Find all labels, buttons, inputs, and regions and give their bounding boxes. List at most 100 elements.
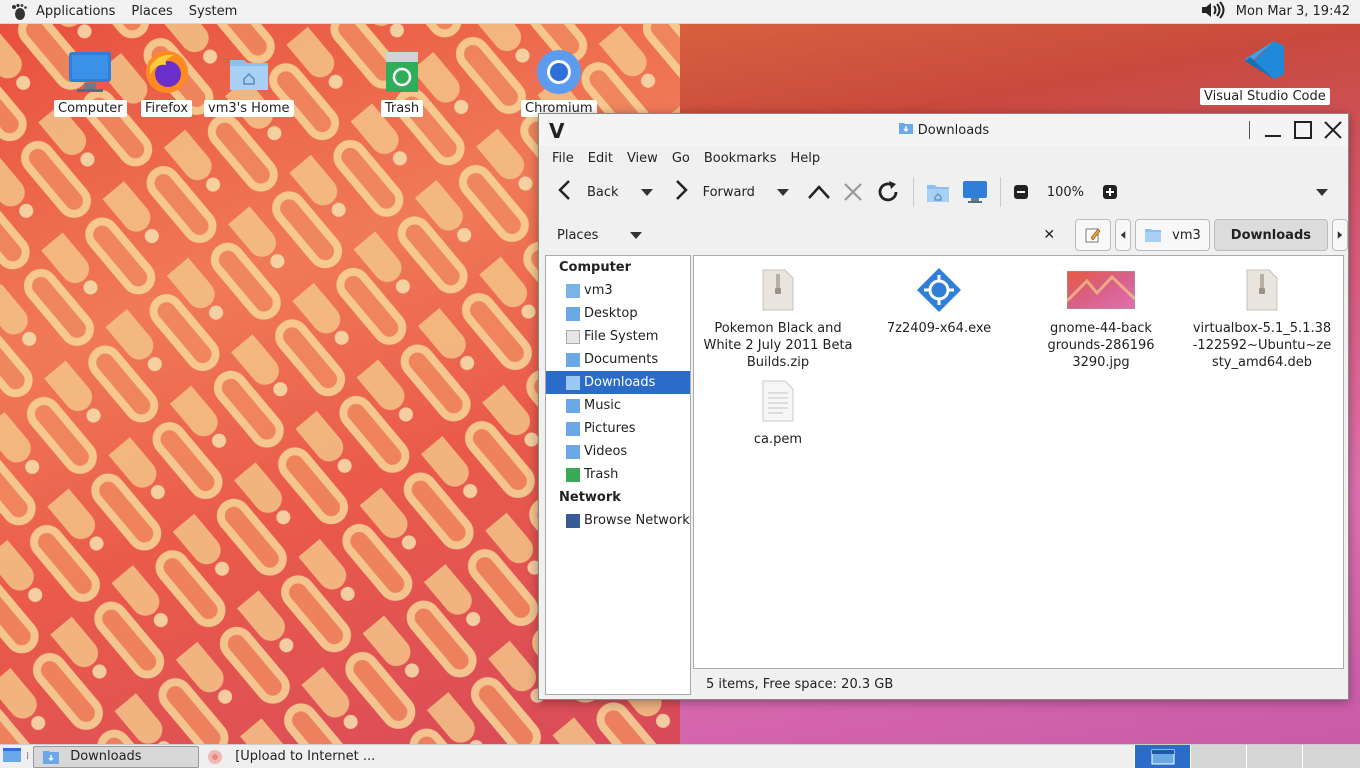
file-item[interactable]: Pokemon Black and White 2 July 2011 Beta… [703, 266, 853, 371]
computer-icon [66, 48, 114, 96]
deb-file-icon [1238, 266, 1286, 314]
window-titlebar[interactable]: V Downloads [539, 114, 1348, 146]
workspace-2[interactable] [1190, 744, 1246, 768]
file-manager-window: V Downloads File Edit View Go Bookmarks … [538, 113, 1349, 700]
show-desktop-icon[interactable] [2, 746, 22, 768]
sidebar-item-videos[interactable]: Videos [546, 440, 690, 463]
back-button[interactable]: Back [551, 175, 659, 209]
zoom-out-button[interactable] [1007, 175, 1035, 209]
applications-menu[interactable]: Applications [28, 4, 123, 19]
desktop-icon-firefox[interactable]: Firefox [141, 48, 193, 117]
downloads-folder-icon [43, 750, 60, 764]
firefox-icon [143, 48, 191, 96]
task-upload[interactable]: [Upload to Internet ... [199, 746, 383, 768]
home-folder-icon [926, 185, 949, 202]
file-item[interactable]: ca.pem [703, 377, 853, 448]
bottom-panel: ⁞ Downloads [Upload to Internet ... [0, 744, 1360, 768]
home-folder-icon [566, 283, 580, 298]
chevron-right-icon [1337, 231, 1343, 239]
reload-button[interactable] [869, 175, 907, 209]
sidebar-heading-network: Network [559, 490, 621, 505]
zoom-in-button[interactable] [1096, 175, 1124, 209]
desktop-icon-trash[interactable]: Trash [378, 48, 426, 117]
documents-folder-icon [566, 352, 580, 367]
forward-button[interactable]: Forward [667, 175, 795, 209]
menu-go[interactable]: Go [665, 151, 697, 166]
task-downloads[interactable]: Downloads [33, 745, 200, 768]
vscode-icon [1241, 36, 1289, 84]
pictures-folder-icon [566, 421, 580, 436]
places-selector[interactable]: Places [539, 228, 689, 243]
volume-icon[interactable] [1200, 0, 1228, 23]
desktop-folder-icon [566, 306, 580, 321]
maximize-button[interactable] [1288, 116, 1318, 144]
sidebar-item-documents[interactable]: Documents [546, 348, 690, 371]
close-sidepane-button[interactable]: ✕ [1043, 227, 1055, 243]
desktop-icon-computer[interactable]: Computer [54, 48, 127, 117]
reload-icon [878, 181, 898, 202]
toggle-location-entry-button[interactable] [1075, 219, 1112, 251]
gnome-foot-icon[interactable] [10, 3, 28, 21]
file-item[interactable]: 7z2409-x64.exe [864, 266, 1014, 337]
menu-help[interactable]: Help [783, 151, 827, 166]
computer-button[interactable] [956, 175, 994, 209]
menu-view[interactable]: View [620, 151, 665, 166]
file-item[interactable]: gnome-44-backgrounds-2861963290.jpg [1026, 266, 1176, 371]
menu-edit[interactable]: Edit [581, 151, 620, 166]
upload-app-icon [208, 749, 223, 764]
sidebar-item-desktop[interactable]: Desktop [546, 302, 690, 325]
workspace-3[interactable] [1246, 744, 1302, 768]
sidebar-item-music[interactable]: Music [546, 394, 690, 417]
drive-icon [566, 329, 580, 344]
desktop-icon-chromium[interactable]: Chromium [521, 48, 597, 117]
videos-folder-icon [566, 444, 580, 459]
menubar: File Edit View Go Bookmarks Help [539, 146, 1348, 170]
music-folder-icon [566, 398, 580, 413]
sidebar-item-pictures[interactable]: Pictures [546, 417, 690, 440]
places-dropdown-icon[interactable] [630, 231, 643, 239]
minimize-button[interactable] [1258, 116, 1288, 144]
stop-icon [844, 183, 862, 201]
file-item[interactable]: virtualbox-5.1_5.1.38-122592~Ubuntu~zest… [1187, 266, 1337, 371]
close-button[interactable] [1318, 116, 1348, 144]
trash-icon [566, 467, 580, 482]
breadcrumb-scroll-left[interactable] [1115, 219, 1132, 251]
workspace-4[interactable] [1302, 744, 1360, 768]
breadcrumb: vm3 Downloads [1069, 219, 1348, 251]
workspace-switcher [1134, 744, 1360, 768]
downloads-folder-icon [566, 375, 580, 390]
breadcrumb-downloads[interactable]: Downloads [1213, 219, 1328, 251]
location-bar: Places ✕ vm3 Downloads [539, 214, 1348, 256]
exe-file-icon [915, 266, 963, 314]
sidebar-item-trash[interactable]: Trash [546, 463, 690, 486]
places-menu[interactable]: Places [123, 4, 180, 19]
chromium-icon [535, 48, 583, 96]
home-folder-icon [225, 48, 273, 96]
stop-button[interactable] [837, 175, 869, 209]
sidebar-item-browse-network[interactable]: Browse Network [546, 509, 690, 532]
computer-icon [962, 181, 987, 203]
up-button[interactable] [801, 175, 837, 209]
places-sidebar: Computer vm3 Desktop File System Documen… [545, 255, 691, 695]
forward-history-dropdown-icon[interactable] [776, 188, 789, 196]
desktop-icon-vscode[interactable]: Visual Studio Code [1200, 36, 1330, 105]
menu-bookmarks[interactable]: Bookmarks [697, 151, 784, 166]
zoom-level[interactable]: 100% [1047, 185, 1084, 200]
sidebar-item-file-system[interactable]: File System [546, 325, 690, 348]
menu-file[interactable]: File [545, 151, 581, 166]
sidebar-item-downloads[interactable]: Downloads [546, 371, 690, 394]
downloads-folder-icon [898, 121, 914, 139]
system-menu[interactable]: System [181, 4, 245, 19]
network-icon [566, 513, 580, 528]
status-bar: 5 items, Free space: 20.3 GB [706, 676, 894, 692]
home-button[interactable] [920, 175, 956, 209]
clock[interactable]: Mon Mar 3, 19:42 [1236, 4, 1350, 19]
sidebar-item-vm3[interactable]: vm3 [546, 279, 690, 302]
back-history-dropdown-icon[interactable] [640, 188, 653, 196]
workspace-1[interactable] [1134, 744, 1190, 768]
toolbar-overflow-button[interactable] [1310, 175, 1334, 209]
desktop-icon-home[interactable]: vm3's Home [204, 48, 294, 117]
breadcrumb-vm3[interactable]: vm3 [1135, 219, 1210, 251]
file-view[interactable]: Pokemon Black and White 2 July 2011 Beta… [693, 255, 1344, 669]
breadcrumb-scroll-right[interactable] [1332, 219, 1348, 251]
